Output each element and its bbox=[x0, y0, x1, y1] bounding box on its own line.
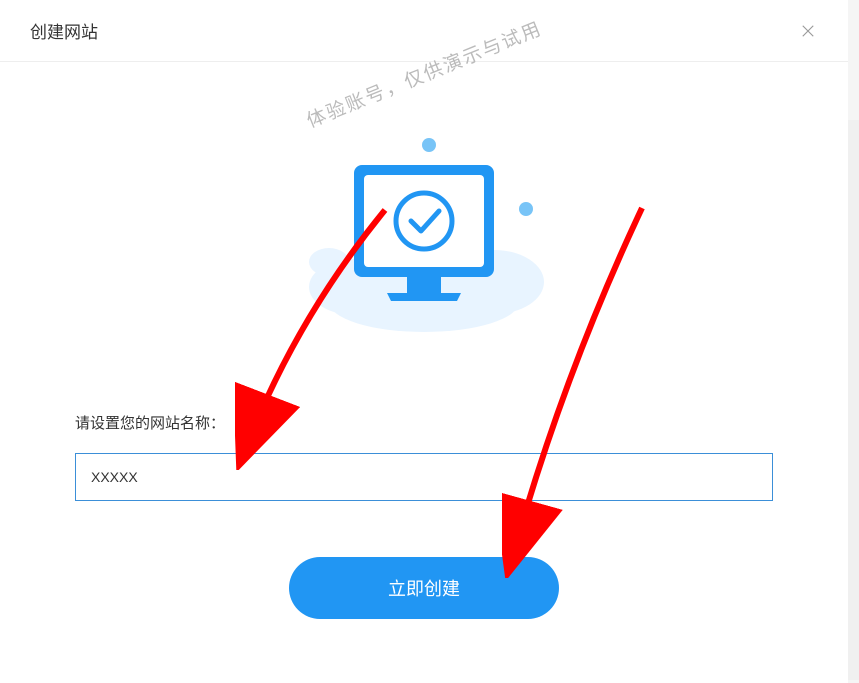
modal-header: 创建网站 bbox=[0, 0, 848, 62]
form-section: 请设置您的网站名称： bbox=[0, 412, 848, 501]
button-container: 立即创建 bbox=[0, 557, 848, 619]
modal-title: 创建网站 bbox=[30, 18, 98, 43]
close-button[interactable] bbox=[798, 21, 818, 41]
website-name-input[interactable] bbox=[75, 453, 773, 501]
create-button[interactable]: 立即创建 bbox=[289, 557, 559, 619]
create-website-modal: 创建网站 体验账号，仅供演示与试用 bbox=[0, 0, 848, 683]
scrollbar[interactable] bbox=[848, 120, 859, 680]
monitor-checkmark-illustration bbox=[294, 137, 554, 347]
close-icon bbox=[799, 22, 817, 40]
create-button-label: 立即创建 bbox=[388, 575, 460, 601]
illustration-container bbox=[0, 137, 848, 347]
website-name-label: 请设置您的网站名称： bbox=[75, 412, 773, 433]
